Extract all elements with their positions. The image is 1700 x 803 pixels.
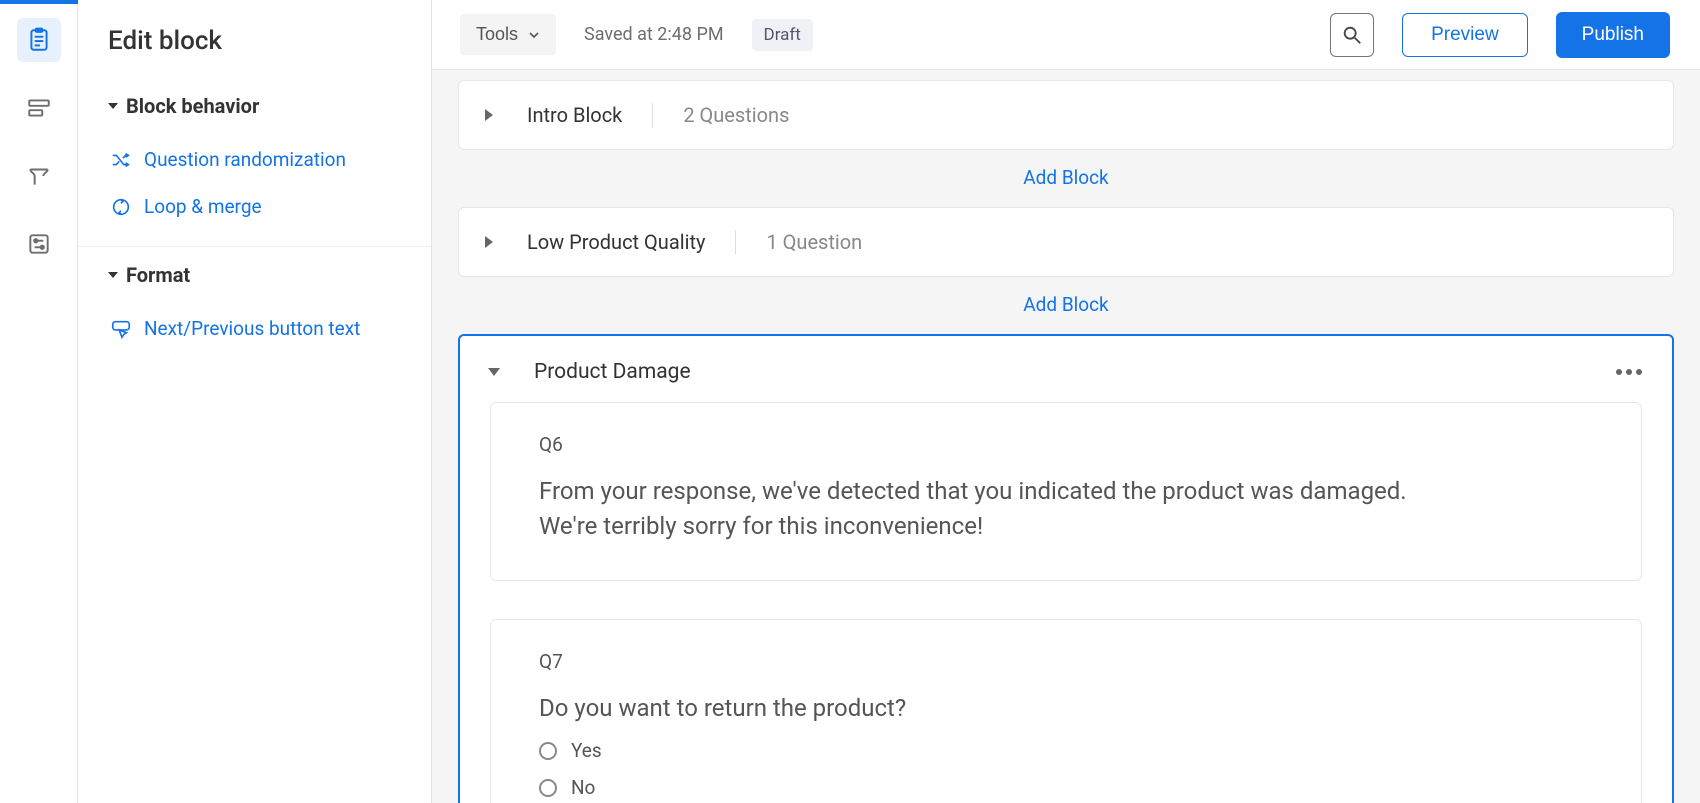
- question-text: From your response, we've detected that …: [539, 474, 1439, 544]
- tools-label: Tools: [476, 24, 518, 45]
- divider: [78, 246, 431, 247]
- sidebar: Edit block Block behavior Question rando…: [78, 0, 432, 803]
- sidebar-title: Edit block: [108, 26, 401, 56]
- block-product-damage[interactable]: Product Damage Q6 From your response, we…: [458, 334, 1674, 803]
- publish-button[interactable]: Publish: [1556, 12, 1670, 58]
- search-icon: [1341, 24, 1363, 46]
- shuffle-icon: [110, 149, 132, 171]
- section-label: Format: [126, 263, 190, 287]
- nav-rail: [0, 0, 78, 803]
- block-low-quality[interactable]: Low Product Quality 1 Question: [458, 207, 1674, 277]
- divider: [735, 230, 736, 254]
- section-format[interactable]: Format: [108, 263, 401, 287]
- question-q6[interactable]: Q6 From your response, we've detected th…: [490, 402, 1642, 581]
- option-no[interactable]: No: [539, 776, 1593, 799]
- block-meta: 1 Question: [766, 230, 862, 254]
- option-yes[interactable]: Yes: [539, 739, 1593, 762]
- block-title: Product Damage: [520, 360, 691, 384]
- caret-down-icon: [108, 272, 118, 278]
- radio-icon: [539, 742, 557, 760]
- block-meta: 2 Questions: [683, 103, 789, 127]
- tools-dropdown[interactable]: Tools: [460, 14, 556, 55]
- block-title: Low Product Quality: [513, 230, 705, 254]
- link-label: Question randomization: [144, 148, 346, 171]
- radio-icon: [539, 779, 557, 797]
- topbar: Tools Saved at 2:48 PM Draft Preview Pub…: [432, 0, 1700, 70]
- question-text: Do you want to return the product?: [539, 691, 1439, 726]
- question-id: Q7: [539, 650, 1593, 673]
- option-label: No: [571, 776, 595, 799]
- preview-button[interactable]: Preview: [1402, 13, 1528, 57]
- search-button[interactable]: [1330, 13, 1374, 57]
- expand-icon[interactable]: [485, 109, 493, 121]
- block-more-menu[interactable]: [1610, 363, 1648, 381]
- section-label: Block behavior: [126, 94, 259, 118]
- expand-icon[interactable]: [485, 236, 493, 248]
- link-label: Loop & merge: [144, 195, 262, 218]
- collapse-icon[interactable]: [488, 368, 500, 376]
- rail-options-icon[interactable]: [17, 222, 61, 266]
- cursor-button-icon: [110, 318, 132, 340]
- question-id: Q6: [539, 433, 1593, 456]
- loop-icon: [110, 196, 132, 218]
- section-block-behavior[interactable]: Block behavior: [108, 94, 401, 118]
- rail-look-icon[interactable]: [17, 154, 61, 198]
- divider: [652, 103, 653, 127]
- block-intro[interactable]: Intro Block 2 Questions: [458, 80, 1674, 150]
- link-question-randomization[interactable]: Question randomization: [108, 136, 401, 183]
- link-label: Next/Previous button text: [144, 317, 360, 340]
- link-loop-merge[interactable]: Loop & merge: [108, 183, 401, 230]
- caret-down-icon: [108, 103, 118, 109]
- saved-status: Saved at 2:48 PM: [584, 24, 724, 45]
- chevron-down-icon: [528, 29, 540, 41]
- link-nav-button-text[interactable]: Next/Previous button text: [108, 305, 401, 352]
- question-q7[interactable]: Q7 Do you want to return the product? Ye…: [490, 619, 1642, 803]
- option-label: Yes: [571, 739, 602, 762]
- rail-flow-icon[interactable]: [17, 86, 61, 130]
- block-title: Intro Block: [513, 103, 622, 127]
- add-block-button[interactable]: Add Block: [458, 277, 1674, 334]
- canvas: Intro Block 2 Questions Add Block Low Pr…: [432, 70, 1700, 803]
- rail-survey-icon[interactable]: [17, 18, 61, 62]
- add-block-button[interactable]: Add Block: [458, 150, 1674, 207]
- main: Tools Saved at 2:48 PM Draft Preview Pub…: [432, 0, 1700, 803]
- draft-badge: Draft: [752, 19, 813, 51]
